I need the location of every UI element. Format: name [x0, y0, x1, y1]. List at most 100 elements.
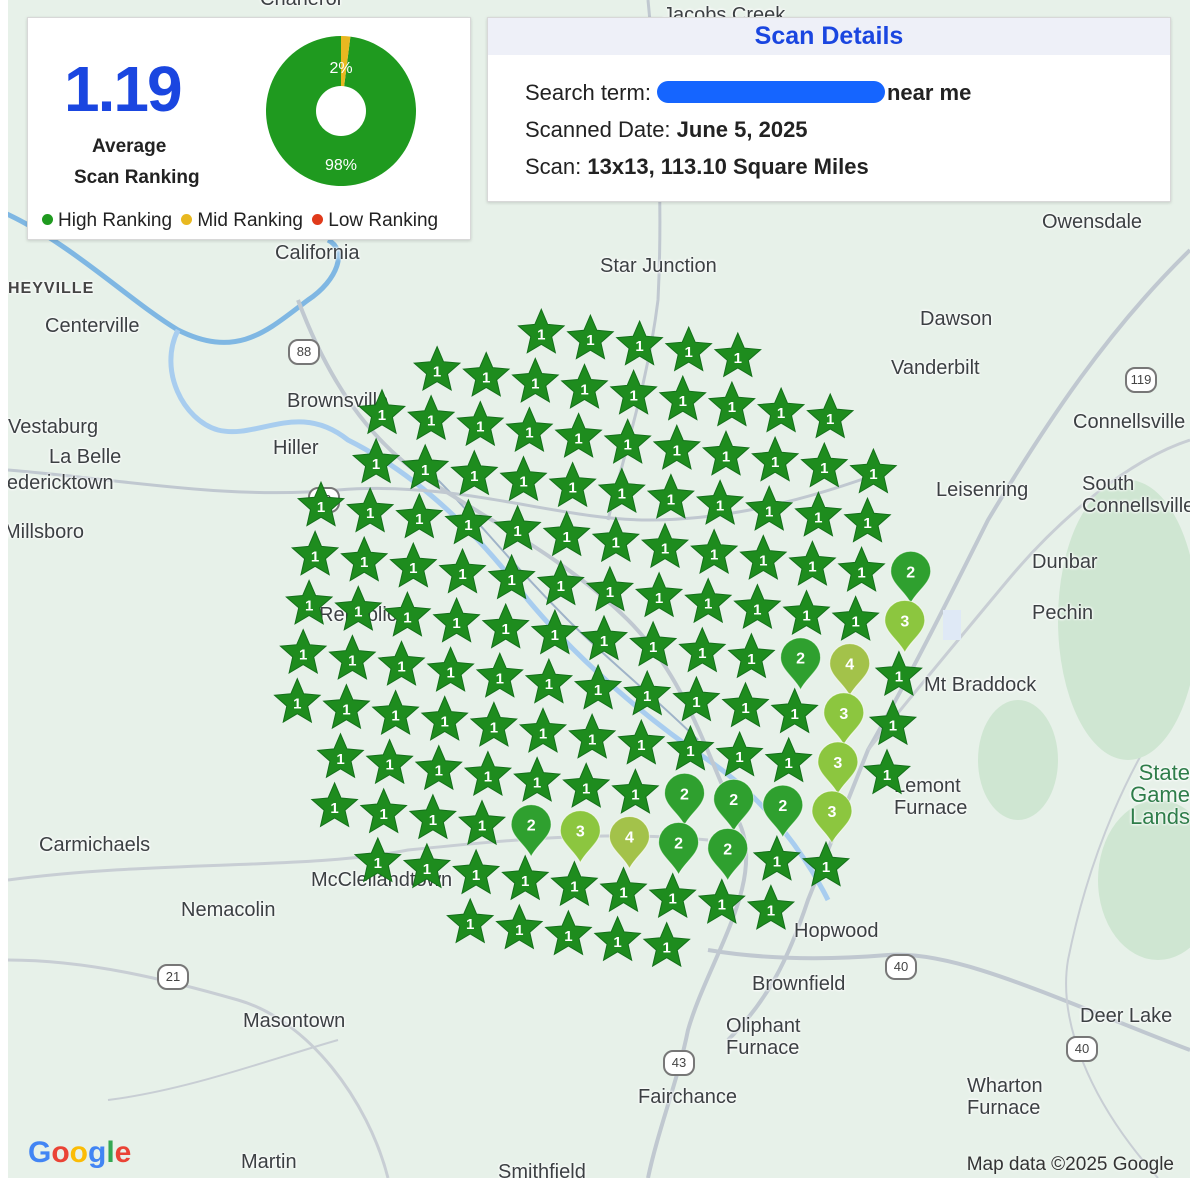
- rank-marker[interactable]: 1: [402, 842, 452, 889]
- rank-marker[interactable]: 1: [279, 628, 328, 675]
- rank-marker[interactable]: 1: [609, 369, 658, 415]
- rank-marker[interactable]: 1: [770, 687, 819, 734]
- rank-marker[interactable]: 1: [634, 571, 684, 618]
- rank-marker[interactable]: 1: [562, 762, 611, 808]
- rank-marker[interactable]: 1: [623, 669, 672, 716]
- rank-marker[interactable]: 1: [652, 424, 701, 470]
- rank-marker[interactable]: 1: [806, 392, 855, 439]
- rank-marker[interactable]: 1: [593, 915, 642, 962]
- rank-marker[interactable]: 1: [701, 430, 751, 476]
- rank-marker[interactable]: 1: [646, 473, 695, 519]
- rank-marker[interactable]: 1: [745, 485, 794, 531]
- rank-marker[interactable]: 1: [658, 374, 707, 421]
- rank-marker[interactable]: 1: [357, 388, 407, 435]
- rank-marker[interactable]: 1: [715, 730, 764, 777]
- rank-marker[interactable]: 4: [608, 816, 650, 870]
- rank-marker[interactable]: 1: [684, 577, 733, 624]
- rank-marker[interactable]: 1: [585, 565, 635, 612]
- rank-marker[interactable]: 1: [611, 768, 660, 814]
- rank-marker[interactable]: 1: [456, 400, 505, 447]
- rank-marker[interactable]: 1: [290, 530, 340, 576]
- rank-marker[interactable]: 1: [550, 860, 599, 907]
- rank-marker[interactable]: 1: [690, 528, 739, 575]
- rank-marker[interactable]: 1: [513, 756, 562, 802]
- rank-marker[interactable]: 1: [426, 646, 475, 692]
- rank-marker[interactable]: 1: [756, 386, 806, 433]
- rank-marker[interactable]: 1: [310, 781, 359, 828]
- rank-marker[interactable]: 1: [353, 836, 402, 883]
- rank-marker[interactable]: 1: [764, 736, 813, 783]
- rank-marker[interactable]: 1: [401, 443, 450, 490]
- rank-marker[interactable]: 2: [762, 784, 804, 839]
- rank-marker[interactable]: 1: [800, 441, 849, 488]
- rank-marker[interactable]: 1: [383, 591, 432, 637]
- rank-marker[interactable]: 1: [678, 626, 727, 673]
- rank-marker[interactable]: 1: [517, 308, 566, 354]
- rank-marker[interactable]: 1: [334, 585, 383, 631]
- rank-marker[interactable]: 2: [713, 778, 755, 833]
- rank-marker[interactable]: 1: [524, 657, 574, 704]
- rank-marker[interactable]: 1: [794, 491, 843, 537]
- rank-marker[interactable]: 1: [536, 559, 585, 606]
- rank-marker[interactable]: 1: [617, 718, 666, 765]
- rank-marker[interactable]: 1: [868, 699, 918, 746]
- rank-marker[interactable]: 1: [377, 640, 426, 686]
- rank-marker[interactable]: 4: [829, 643, 871, 697]
- rank-marker[interactable]: 1: [501, 854, 550, 901]
- rank-marker[interactable]: 1: [530, 608, 579, 655]
- rank-marker[interactable]: 1: [615, 319, 664, 366]
- rank-marker[interactable]: 1: [603, 418, 652, 464]
- rank-marker[interactable]: 1: [849, 447, 898, 494]
- rank-marker[interactable]: 3: [559, 810, 601, 864]
- rank-marker[interactable]: 1: [713, 331, 762, 378]
- rank-marker[interactable]: 3: [884, 599, 926, 654]
- rank-marker[interactable]: 1: [487, 553, 536, 600]
- rank-marker[interactable]: 1: [788, 540, 837, 586]
- rank-marker[interactable]: 1: [359, 787, 408, 834]
- rank-marker[interactable]: 1: [365, 738, 414, 785]
- rank-marker[interactable]: 1: [837, 546, 886, 592]
- rank-marker[interactable]: 1: [801, 840, 851, 887]
- rank-marker[interactable]: 1: [599, 866, 648, 913]
- rank-marker[interactable]: 3: [817, 741, 859, 796]
- rank-marker[interactable]: 1: [452, 848, 501, 895]
- rank-marker[interactable]: 1: [432, 596, 481, 643]
- rank-marker[interactable]: 1: [752, 835, 801, 881]
- rank-marker[interactable]: 1: [591, 516, 640, 563]
- rank-marker[interactable]: 1: [495, 903, 544, 950]
- rank-marker[interactable]: 1: [469, 701, 518, 747]
- rank-marker[interactable]: 1: [273, 677, 322, 724]
- rank-marker[interactable]: 1: [340, 535, 389, 582]
- rank-marker[interactable]: 1: [560, 363, 609, 409]
- rank-marker[interactable]: 1: [544, 909, 593, 956]
- rank-marker[interactable]: 1: [597, 467, 646, 514]
- rank-marker[interactable]: 1: [664, 325, 713, 372]
- rank-marker[interactable]: 1: [446, 897, 495, 944]
- rank-marker[interactable]: 2: [890, 550, 932, 605]
- rank-marker[interactable]: 1: [695, 479, 745, 525]
- rank-marker[interactable]: 1: [438, 547, 487, 594]
- rank-marker[interactable]: 1: [475, 652, 524, 698]
- rank-marker[interactable]: 1: [408, 793, 457, 840]
- rank-marker[interactable]: 1: [518, 707, 568, 753]
- rank-marker[interactable]: 1: [672, 675, 721, 722]
- rank-marker[interactable]: 1: [322, 683, 371, 730]
- rank-marker[interactable]: 1: [493, 504, 542, 551]
- rank-marker[interactable]: 1: [395, 492, 444, 539]
- rank-marker[interactable]: 1: [831, 595, 880, 641]
- rank-marker[interactable]: 2: [707, 827, 749, 882]
- rank-marker[interactable]: 1: [444, 498, 493, 545]
- rank-marker[interactable]: 1: [450, 449, 499, 496]
- rank-marker[interactable]: 1: [548, 461, 597, 508]
- rank-marker[interactable]: 2: [658, 822, 700, 876]
- rank-marker[interactable]: 1: [328, 634, 377, 680]
- rank-marker[interactable]: 1: [481, 602, 530, 649]
- rank-marker[interactable]: 1: [642, 921, 691, 968]
- rank-marker[interactable]: 1: [296, 480, 346, 527]
- rank-marker[interactable]: 1: [407, 394, 456, 441]
- rank-marker[interactable]: 1: [505, 406, 554, 453]
- rank-marker[interactable]: 1: [371, 689, 420, 736]
- rank-marker[interactable]: 1: [542, 510, 591, 557]
- rank-marker[interactable]: 2: [510, 804, 552, 858]
- rank-marker[interactable]: 1: [733, 583, 782, 630]
